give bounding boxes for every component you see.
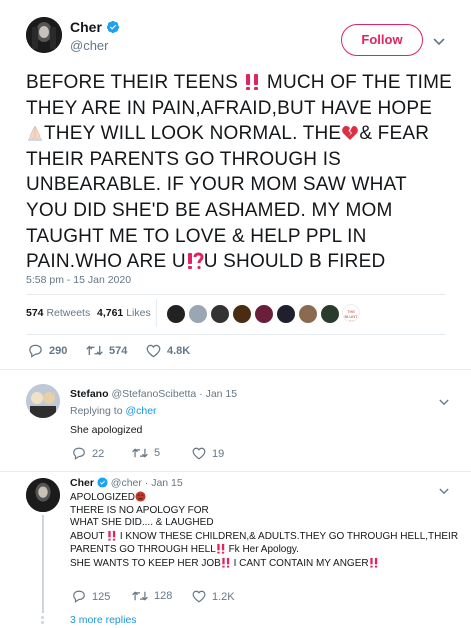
liker-avatar[interactable]: THE BLUNT POST: [342, 304, 360, 322]
angry-face-icon: [135, 491, 146, 502]
like-button[interactable]: 4.8K: [146, 344, 190, 358]
liker-avatar[interactable]: [232, 304, 252, 324]
tweet-line: BEFORE THEIR TEENS: [26, 72, 238, 93]
reply-line: Fk Her Apology.: [228, 544, 299, 555]
replying-to-label: Replying to: [70, 405, 123, 417]
reply-button[interactable]: 22: [72, 447, 104, 460]
retweet-count: 574: [109, 344, 128, 357]
follow-button[interactable]: Follow: [341, 24, 423, 56]
divider: [0, 471, 471, 472]
liker-avatar[interactable]: [276, 304, 296, 324]
reply-avatar[interactable]: [26, 478, 60, 512]
more-replies-link[interactable]: 3 more replies: [70, 614, 137, 626]
like-count: 19: [212, 447, 225, 460]
tweet-line: THEY ARE IN PAIN,AFRAID,BUT HAVE HOPE: [26, 97, 433, 119]
liker-avatar[interactable]: [210, 304, 230, 324]
liker-avatar-label: THE BLUNT POST: [344, 309, 358, 322]
divider: [26, 294, 446, 295]
double-exclamation-icon: [369, 557, 379, 568]
reply-button[interactable]: 290: [28, 344, 67, 358]
reply-count: 290: [49, 345, 68, 357]
verified-icon: [97, 477, 108, 488]
reply-header: Cher @cher · Jan 15: [70, 477, 183, 489]
liker-avatar[interactable]: [188, 304, 208, 324]
author-identity: Cher: [70, 19, 120, 37]
author-name[interactable]: Cher: [70, 19, 102, 35]
reply-date[interactable]: · Jan 15: [199, 388, 237, 400]
retweet-count: 128: [154, 590, 173, 602]
tweet-line: & FEAR: [359, 123, 430, 145]
reply-line: PARENTS GO THROUGH HELL: [70, 544, 216, 555]
retweets-label: Retweets: [46, 307, 91, 319]
double-exclamation-icon: [243, 73, 261, 91]
tweet-line: PAIN.WHO ARE U: [26, 251, 186, 273]
broken-heart-icon: [341, 124, 359, 142]
retweet-count: 5: [154, 447, 161, 459]
tweet-line: U SHOULD B FIRED: [203, 251, 386, 273]
retweets-count: 574: [26, 307, 44, 319]
like-button[interactable]: 19: [192, 447, 224, 460]
tweet-line: TAUGHT ME TO LOVE & HELP PPL IN: [26, 225, 367, 247]
reply-avatar[interactable]: [26, 384, 60, 418]
exclamation-question-icon: [186, 252, 204, 270]
reply-count: 125: [92, 590, 111, 603]
chevron-down-icon[interactable]: [439, 393, 449, 411]
tweet-timestamp[interactable]: 5:58 pm - 15 Jan 2020: [26, 274, 131, 286]
reply-line: I CANT CONTAIN MY ANGER: [233, 557, 369, 569]
replying-to: Replying to @cher: [70, 405, 157, 417]
tweet-line: YOU DID SHE'D BE ASHAMED. MY MOM: [26, 199, 393, 221]
like-count: 1.2K: [212, 590, 235, 603]
retweet-button[interactable]: 5: [132, 447, 160, 459]
tweet-text: BEFORE THEIR TEENS MUCH OF THE TIME THEY…: [26, 70, 456, 275]
likes-stat[interactable]: 4,761 Likes: [97, 307, 151, 319]
reply-line: SHE WANTS TO KEEP HER JOB: [70, 557, 221, 569]
thread-line: [42, 515, 44, 613]
replying-to-handle[interactable]: @cher: [125, 405, 156, 417]
divider: [0, 369, 471, 370]
retweet-button[interactable]: 574: [86, 344, 127, 357]
reply-author-name[interactable]: Cher: [70, 477, 94, 489]
praying-hands-icon: [26, 124, 44, 142]
reply-author-name[interactable]: Stefano: [70, 388, 109, 400]
stats-divider: [156, 299, 157, 327]
likes-count: 4,761: [97, 307, 124, 319]
thread-dots-icon: [41, 616, 45, 626]
author-avatar[interactable]: [26, 17, 62, 53]
tweet-line: MUCH OF THE TIME: [266, 72, 453, 93]
reply-line: WHAT SHE DID.... & LAUGHED: [70, 517, 214, 528]
reply-header: Stefano @StefanoScibetta · Jan 15: [70, 388, 237, 400]
reply-date[interactable]: · Jan 15: [145, 477, 183, 489]
tweet-line: UNBEARABLE. IF YOUR MOM SAW WHAT: [26, 174, 407, 196]
reply-author-handle[interactable]: @cher: [111, 477, 142, 489]
reply-text: APOLOGIZED THERE IS NO APOLOGY FOR WHAT …: [70, 491, 465, 570]
liker-avatar[interactable]: [166, 304, 186, 324]
tweet-line: THEIR PARENTS GO THROUGH IS: [26, 148, 342, 170]
double-exclamation-icon: [216, 543, 226, 554]
tweet-line: THEY WILL LOOK NORMAL. THE: [44, 123, 342, 145]
liker-avatar[interactable]: [254, 304, 274, 324]
like-button[interactable]: 1.2K: [192, 590, 235, 603]
retweets-stat[interactable]: 574 Retweets: [26, 307, 90, 319]
chevron-down-icon[interactable]: [433, 33, 445, 51]
double-exclamation-icon: [107, 530, 117, 541]
reply-button[interactable]: 125: [72, 590, 110, 603]
reply-line: I KNOW THESE CHILDREN,& ADULTS.THEY GO T…: [119, 530, 459, 542]
reply-line: APOLOGIZED: [70, 492, 136, 503]
reply-line: THERE IS NO APOLOGY FOR: [70, 504, 209, 516]
reply-count: 22: [92, 447, 105, 460]
reply-line: ABOUT: [70, 530, 105, 542]
liker-avatar[interactable]: [320, 304, 340, 324]
author-handle[interactable]: @cher: [70, 38, 109, 53]
divider: [26, 334, 446, 335]
like-count: 4.8K: [167, 345, 191, 357]
likes-label: Likes: [126, 307, 151, 319]
reply-author-handle[interactable]: @StefanoScibetta: [111, 388, 196, 400]
retweet-button[interactable]: 128: [132, 590, 172, 602]
double-exclamation-icon: [221, 557, 231, 568]
liker-avatar[interactable]: [298, 304, 318, 324]
verified-icon: [106, 20, 120, 34]
reply-text: She apologized: [70, 424, 143, 436]
